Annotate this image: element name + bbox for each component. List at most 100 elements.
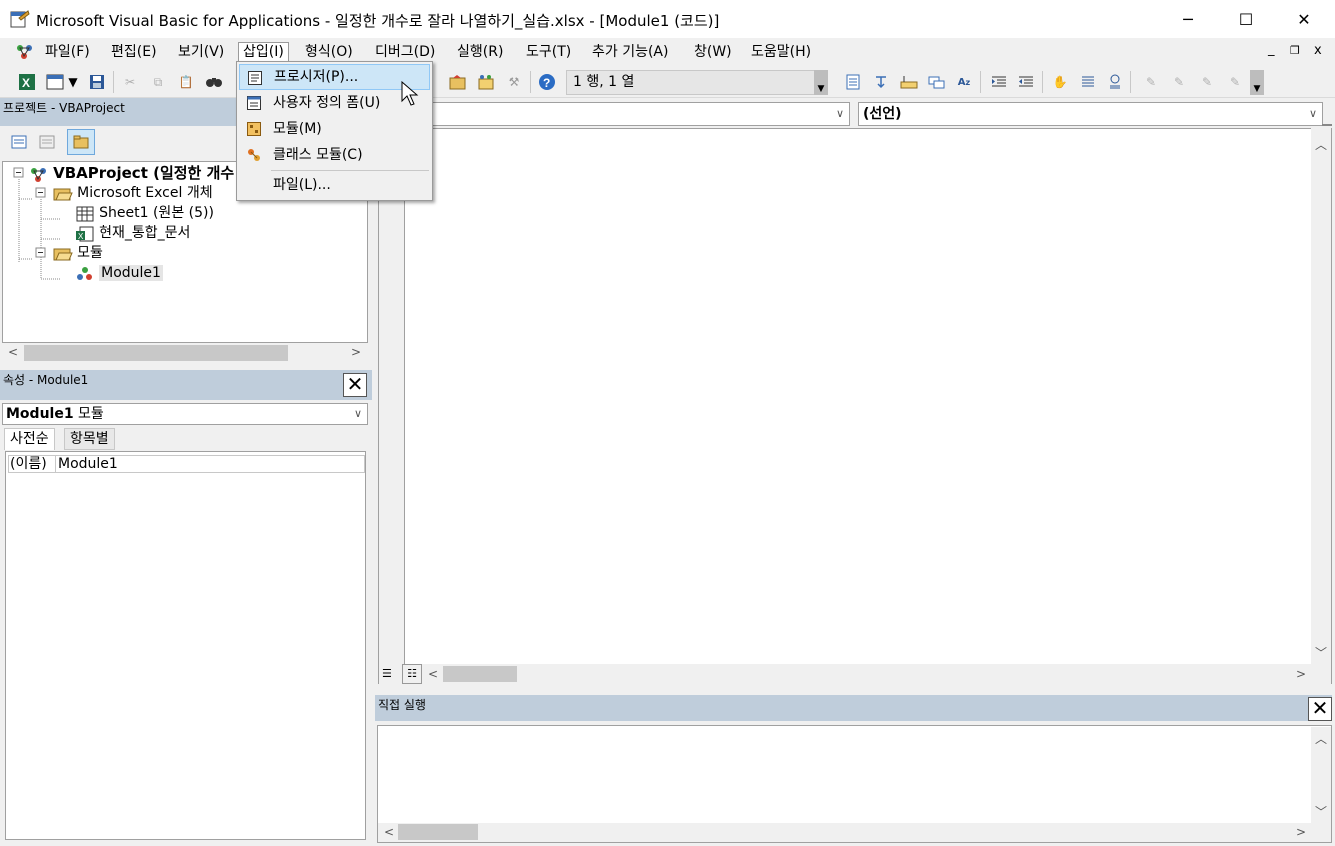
outdent-icon[interactable]	[1015, 71, 1037, 93]
chevron-down-icon: ∨	[353, 407, 362, 420]
menu-file[interactable]: 파일(F)	[41, 42, 94, 64]
toggle-breakpoint-icon[interactable]: ✋	[1049, 71, 1071, 93]
code-hscrollbar[interactable]	[379, 664, 1331, 684]
workbook-label: 현재_통합_문서	[99, 225, 191, 241]
previous-bookmark-icon[interactable]: ✎	[1196, 71, 1218, 93]
toggle-folders-button[interactable]	[67, 129, 95, 155]
close-window-button[interactable]: ✕	[1275, 0, 1333, 38]
indent-icon[interactable]	[988, 71, 1010, 93]
insert-userform-label: 사용자 정의 폼(U)	[273, 95, 381, 111]
menu-help[interactable]: 도움말(H)	[747, 42, 815, 64]
property-value: Module1	[58, 456, 118, 472]
code-hscroll-thumb[interactable]	[443, 666, 517, 682]
properties-object-combo[interactable]: Module1 모듈 ∨	[2, 403, 368, 425]
scroll-down-arrow-icon[interactable]: ﹀	[1315, 644, 1327, 661]
find-icon[interactable]	[203, 71, 225, 93]
full-module-view-icon[interactable]: ☷	[402, 664, 422, 684]
module1-node[interactable]: Module1	[75, 263, 163, 283]
menu-run[interactable]: 실행(R)	[453, 42, 507, 64]
toggle-bookmark-icon[interactable]: ✎	[1140, 71, 1162, 93]
folder-open-icon	[53, 188, 73, 200]
help-icon[interactable]: ?	[536, 71, 558, 93]
scroll-up-arrow-icon[interactable]: ︿	[1315, 730, 1327, 747]
mdi-close-button[interactable]: x	[1314, 43, 1322, 58]
next-bookmark-icon[interactable]: ✎	[1168, 71, 1190, 93]
mdi-restore-button[interactable]: ❐	[1290, 44, 1300, 57]
insert-class-module-item[interactable]: 클래스 모듈(C)	[239, 142, 430, 168]
clear-bookmarks-icon[interactable]: ✎	[1224, 71, 1246, 93]
view-object-icon[interactable]	[36, 131, 58, 153]
properties-window-icon[interactable]	[475, 71, 497, 93]
scroll-left-arrow-icon[interactable]: <	[8, 345, 18, 359]
paste-icon[interactable]: 📋	[175, 71, 197, 93]
immediate-hscrollbar[interactable]	[378, 823, 1331, 842]
menu-addins[interactable]: 추가 기능(A)	[588, 42, 672, 64]
module-icon	[77, 266, 92, 280]
properties-close-button[interactable]: ✕	[343, 373, 367, 397]
tab-categorized[interactable]: 항목별	[64, 428, 115, 450]
project-explorer-icon[interactable]	[447, 71, 469, 93]
scroll-up-arrow-icon[interactable]: ︿	[1315, 136, 1327, 153]
folder-open-icon	[53, 248, 73, 260]
copy-icon[interactable]: ⧉	[147, 71, 169, 93]
project-hscroll-thumb[interactable]	[24, 345, 288, 361]
scroll-left-arrow-icon[interactable]: <	[384, 825, 394, 839]
tab-alphabetic[interactable]: 사전순	[4, 428, 55, 450]
scroll-right-arrow-icon[interactable]: >	[1296, 667, 1306, 681]
code-vscrollbar[interactable]	[1311, 128, 1331, 664]
svg-text:X: X	[22, 76, 30, 90]
uncomment-block-icon[interactable]	[1104, 71, 1126, 93]
parameter-info-icon[interactable]	[926, 71, 948, 93]
cut-icon[interactable]: ✂	[119, 71, 141, 93]
property-name: (이름)	[10, 456, 56, 472]
view-code-icon[interactable]	[8, 131, 30, 153]
vbaproject-node[interactable]: VBAProject (일정한 개수	[29, 163, 234, 184]
menu-window[interactable]: 창(W)	[690, 42, 736, 64]
worksheet-icon	[76, 206, 94, 221]
properties-panel-title: 속성 - Module1	[3, 373, 89, 387]
excel-objects-node[interactable]: Microsoft Excel 개체	[53, 183, 213, 203]
toolbox-icon[interactable]: ⚒	[503, 71, 525, 93]
insert-userform-icon[interactable]	[44, 71, 66, 93]
procedure-view-icon[interactable]: ☰	[382, 667, 392, 680]
comment-block-icon[interactable]	[1076, 71, 1098, 93]
toolbar-overflow-icon[interactable]: ▼	[814, 70, 828, 95]
list-properties-icon[interactable]	[843, 71, 865, 93]
complete-word-icon[interactable]: Az	[953, 71, 975, 93]
insert-file-item[interactable]: 파일(L)...	[239, 172, 430, 198]
view-excel-icon[interactable]: X	[16, 71, 38, 93]
cursor-position-field: 1 행, 1 열	[566, 70, 828, 95]
mdi-minimize-button[interactable]: _	[1268, 42, 1275, 57]
insert-class-module-label: 클래스 모듈(C)	[273, 147, 363, 163]
menu-tools[interactable]: 도구(T)	[522, 42, 575, 64]
margin-indicator-bar[interactable]	[379, 129, 405, 665]
maximize-button[interactable]: ☐	[1217, 0, 1275, 38]
immediate-hscroll-thumb[interactable]	[398, 824, 478, 840]
scroll-left-arrow-icon[interactable]: <	[428, 667, 438, 681]
menu-separator	[271, 170, 429, 171]
insert-module-item[interactable]: 모듈(M)	[239, 116, 430, 142]
chevron-down-icon: ∨	[1308, 107, 1317, 120]
quick-info-icon[interactable]	[898, 71, 920, 93]
modules-folder-node[interactable]: 모듈	[53, 243, 103, 263]
property-row[interactable]: (이름) Module1	[8, 455, 365, 473]
code-editor[interactable]	[378, 128, 1332, 684]
vbaproject-label: VBAProject (일정한 개수	[53, 164, 235, 182]
scroll-right-arrow-icon[interactable]: >	[1296, 825, 1306, 839]
procedure-combo[interactable]: (선언) ∨	[858, 102, 1323, 126]
insert-dropdown-icon[interactable]: ▼	[66, 71, 80, 93]
scroll-down-arrow-icon[interactable]: ﹀	[1315, 803, 1327, 820]
workbook-node[interactable]: X 현재_통합_문서	[75, 223, 190, 243]
menu-edit[interactable]: 편집(E)	[107, 42, 161, 64]
list-constants-icon[interactable]	[870, 71, 892, 93]
menu-view[interactable]: 보기(V)	[174, 42, 228, 64]
toolbar-overflow-icon[interactable]: ▼	[1250, 70, 1264, 95]
sheet1-node[interactable]: Sheet1 (원본 (5))	[75, 203, 214, 223]
save-icon[interactable]	[86, 71, 108, 93]
minimize-button[interactable]: ─	[1159, 0, 1217, 38]
class-module-icon	[248, 149, 260, 161]
object-combo[interactable]: )∨	[378, 102, 850, 126]
insert-file-label: 파일(L)...	[273, 177, 331, 193]
scroll-right-arrow-icon[interactable]: >	[351, 345, 361, 359]
immediate-close-button[interactable]: ✕	[1308, 697, 1332, 721]
